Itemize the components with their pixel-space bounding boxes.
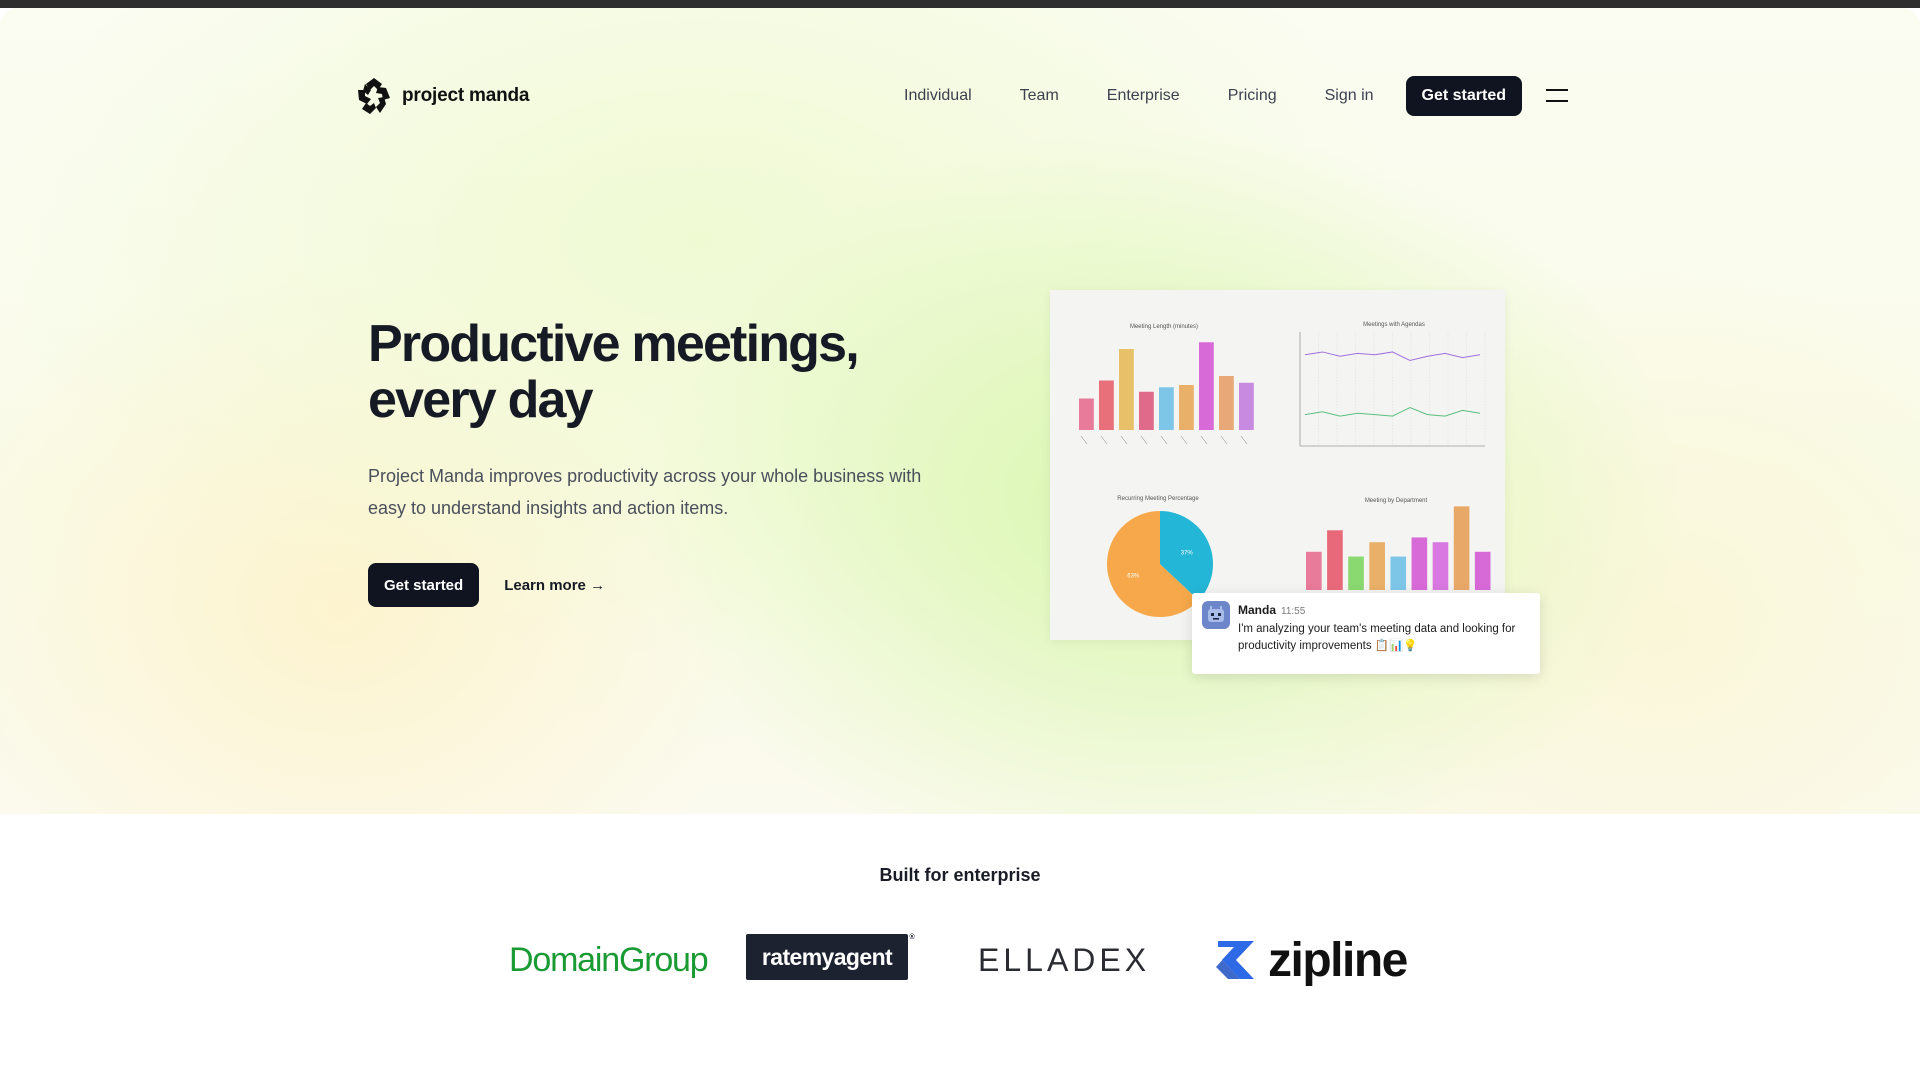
chart-bar (1474, 551, 1491, 590)
x-tick-mark (1080, 435, 1088, 445)
x-tick-mark (1120, 435, 1128, 445)
chart-bar (1348, 556, 1364, 590)
domain-group-wordmark: DomainGroup (509, 940, 709, 979)
zipline-wordmark: zipline (1268, 933, 1408, 987)
registered-mark-icon: ® (909, 934, 914, 941)
headline-line-2: every day (368, 371, 594, 429)
nav-link-enterprise[interactable]: Enterprise (1107, 87, 1180, 105)
chart-bar (1369, 542, 1385, 590)
zipline-mark-icon (1216, 941, 1254, 979)
x-tick-mark (1140, 435, 1148, 445)
nav-link-individual[interactable]: Individual (904, 87, 972, 105)
domain-group-logo: DomainGroup (509, 930, 709, 990)
x-tick-mark (1220, 435, 1228, 445)
nav-links: Individual Team Enterprise Pricing Sign … (904, 76, 1568, 116)
headline-line-1: Productive meetings, (368, 315, 860, 373)
ratemyagent-wordmark: ratemyagent (761, 943, 893, 970)
elladex-logo: ELLADEX (978, 930, 1150, 990)
sign-in-link[interactable]: Sign in (1325, 87, 1374, 105)
dashboard-illustration: Meeting Length (minutes) Meetings with Ag… (1050, 290, 1505, 640)
chart-title: Meetings with Agendas (1363, 322, 1425, 328)
browser-top-strip (0, 0, 1920, 8)
chart-bar (1219, 376, 1234, 430)
x-tick-mark (1200, 435, 1208, 445)
chart-bar (1411, 537, 1428, 590)
top-navigation: project manda Individual Team Enterprise… (356, 68, 1568, 124)
chart-bar (1239, 382, 1254, 430)
chart-bar (1099, 380, 1114, 430)
chat-header: Manda 11:55 (1238, 603, 1528, 617)
chart-title: Meeting Length (minutes) (1130, 324, 1198, 330)
chart-bar (1159, 387, 1174, 430)
nav-link-team[interactable]: Team (1020, 87, 1059, 105)
hero-get-started-button[interactable]: Get started (368, 563, 480, 607)
chart-bar (1453, 506, 1470, 590)
hero-subtext: Project Manda improves productivity acro… (368, 466, 922, 518)
menu-icon[interactable] (1546, 89, 1568, 103)
chart-bar (1079, 398, 1094, 430)
learn-more-link[interactable]: Learn more → (504, 577, 605, 594)
chart-bar (1179, 385, 1194, 430)
customer-logos: DomainGroup ratemyagent ® ELLADEX ziplin… (0, 930, 1920, 990)
chat-timestamp: 11:55 (1281, 606, 1306, 617)
hero-headline: Productive meetings, every day (368, 316, 928, 428)
pie-label: 63% (1127, 574, 1140, 580)
line-series (1304, 406, 1481, 417)
x-tick-mark (1180, 435, 1188, 445)
x-tick-mark (1100, 435, 1108, 445)
chart-bar (1432, 542, 1449, 590)
brand-name: project manda (402, 85, 530, 106)
chat-message-text: I'm analyzing your team's meeting data a… (1238, 623, 1516, 652)
chart-bar (1139, 391, 1154, 430)
chart-title: Recurring Meeting Percentage (1117, 496, 1199, 502)
chart-bar (1306, 551, 1322, 590)
dashboard-charts: Meeting Length (minutes) Meetings with Ag… (1079, 322, 1491, 617)
nav-get-started-button[interactable]: Get started (1405, 76, 1522, 116)
chart-bar (1199, 342, 1214, 430)
enterprise-heading: Built for enterprise (879, 865, 1041, 885)
manda-avatar-icon (1202, 601, 1230, 629)
project-manda-logo-icon (358, 78, 390, 114)
hero-section: project manda Individual Team Enterprise… (0, 8, 1920, 814)
chart-bar (1119, 349, 1134, 430)
chart-bar (1327, 530, 1343, 590)
nav-link-pricing[interactable]: Pricing (1228, 87, 1277, 105)
zipline-logo: zipline (1214, 930, 1408, 990)
hero-cta-group: Get started Learn more → (368, 563, 605, 607)
ratemyagent-logo: ratemyagent ® (746, 934, 915, 980)
brand-logo[interactable]: project manda (356, 76, 529, 116)
chart-title: Meeting by Department (1365, 498, 1428, 504)
chat-message-card: Manda 11:55 I'm analyzing your team's me… (1192, 593, 1540, 674)
x-tick-mark (1240, 435, 1248, 445)
chat-sender-name: Manda (1238, 603, 1277, 617)
pie-label: 37% (1181, 550, 1194, 556)
x-tick-mark (1160, 435, 1168, 445)
chart-bar (1390, 556, 1407, 590)
elladex-wordmark: ELLADEX (978, 941, 1151, 978)
